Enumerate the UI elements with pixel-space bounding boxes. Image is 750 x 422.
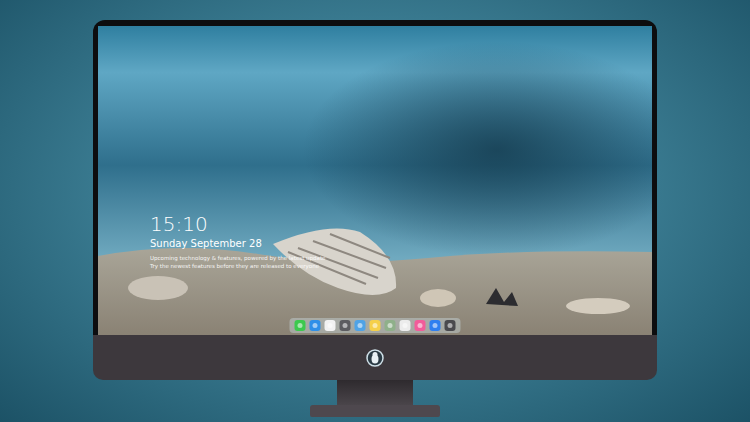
app-icon[interactable]: [310, 320, 321, 331]
monitor-stand: [337, 380, 413, 405]
app-glyph-icon: [343, 323, 348, 328]
app-glyph-icon: [418, 323, 423, 328]
app-glyph-icon: [433, 323, 438, 328]
app-icon[interactable]: [385, 320, 396, 331]
app-glyph-icon: [448, 323, 453, 328]
app-icon[interactable]: [340, 320, 351, 331]
app-glyph-icon: [403, 323, 408, 328]
info-note: Try the newest features before they are …: [150, 263, 325, 270]
bezel: 15:10 Sunday September 28 Upcoming techn…: [93, 20, 657, 335]
app-icon[interactable]: [325, 320, 336, 331]
urchin-icon: [486, 288, 518, 306]
shell-icon: [128, 276, 188, 300]
lock-screen-info: 15:10 Sunday September 28 Upcoming techn…: [150, 212, 325, 270]
app-glyph-icon: [388, 323, 393, 328]
monitor-base: [310, 405, 440, 417]
wallpaper-image: [98, 26, 652, 335]
clock-date: Sunday September 28: [150, 237, 325, 251]
app-glyph-icon: [313, 323, 318, 328]
app-icon[interactable]: [415, 320, 426, 331]
app-icon[interactable]: [370, 320, 381, 331]
app-icon[interactable]: [445, 320, 456, 331]
clock-time: 15:10: [150, 212, 325, 236]
monitor: 15:10 Sunday September 28 Upcoming techn…: [93, 20, 657, 422]
app-icon[interactable]: [400, 320, 411, 331]
monitor-chin: [93, 335, 657, 380]
shell-icon: [420, 289, 456, 307]
app-glyph-icon: [358, 323, 363, 328]
app-icon[interactable]: [355, 320, 366, 331]
page: 15:10 Sunday September 28 Upcoming techn…: [0, 0, 750, 422]
shell-icon: [566, 298, 630, 314]
dock: [290, 318, 461, 333]
app-glyph-icon: [298, 323, 303, 328]
brand-logo-icon: [366, 349, 384, 367]
app-icon[interactable]: [295, 320, 306, 331]
app-glyph-icon: [373, 323, 378, 328]
conch-shell-icon: [273, 228, 396, 295]
app-glyph-icon: [328, 323, 333, 328]
app-icon[interactable]: [430, 320, 441, 331]
info-note: Upcoming technology & features, powered …: [150, 255, 325, 262]
screen: 15:10 Sunday September 28 Upcoming techn…: [98, 26, 652, 335]
